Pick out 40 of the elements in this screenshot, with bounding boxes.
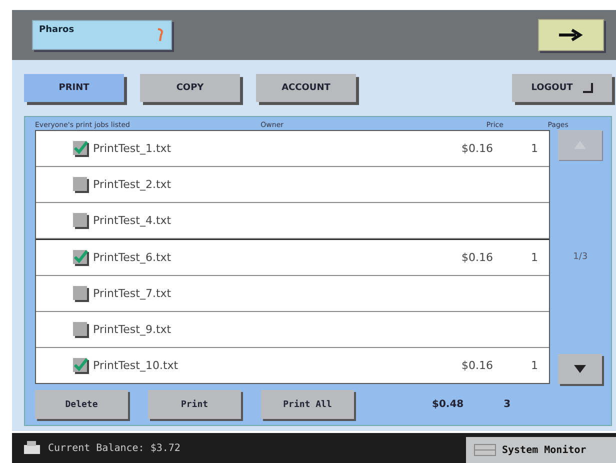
panel-icon [474,444,496,456]
price-cell-text: $0.16 [460,142,493,155]
pages-cell-text: 1 [530,251,538,264]
checkbox[interactable] [72,320,90,338]
file-name[interactable]: PrintTest_4.txt [93,214,423,227]
action-button[interactable]: Print [148,390,241,419]
pages-cell-text: 1 [530,359,538,372]
next-button[interactable] [538,19,604,51]
action-button[interactable]: Print All [261,390,354,419]
printer-icon [22,440,42,456]
arrow-right-icon [558,28,584,42]
file-name[interactable]: PrintTest_2.txt [93,178,423,191]
price-cell-text: $0.16 [460,359,493,372]
checkbox[interactable] [72,284,90,302]
checkbox[interactable] [72,248,90,266]
page-indicator: 1/3 [573,252,588,262]
tab[interactable]: PRINT [24,74,124,102]
total-pages: 3 [504,399,511,410]
logout-button[interactable]: LOGOUT [512,74,612,102]
file-name[interactable]: PrintTest_9.txt [93,323,423,336]
checkbox[interactable] [72,140,90,158]
checkbox[interactable] [72,356,90,374]
action-button[interactable]: Delete [35,390,128,419]
current-balance: Current Balance: $3.72 [48,442,180,454]
tab[interactable]: ACCOUNT [256,74,356,102]
tab[interactable]: COPY [140,74,240,102]
app-title: Pharos [32,20,172,50]
file-name[interactable]: PrintTest_1.txt [93,142,423,155]
checkbox[interactable] [72,176,90,194]
system-monitor-button[interactable]: System Monitor [466,437,616,463]
triangle-down-icon [573,364,588,374]
file-name[interactable]: PrintTest_7.txt [93,287,423,300]
scroll-down-button[interactable] [558,354,602,384]
checkbox[interactable] [72,212,90,230]
file-name[interactable]: PrintTest_10.txt [93,359,423,372]
pages-cell-text: 1 [530,142,538,155]
price-cell-text: $0.16 [460,251,493,264]
file-name[interactable]: PrintTest_6.txt [93,251,423,264]
return-icon [582,83,593,93]
total-price: $0.48 [432,399,464,410]
